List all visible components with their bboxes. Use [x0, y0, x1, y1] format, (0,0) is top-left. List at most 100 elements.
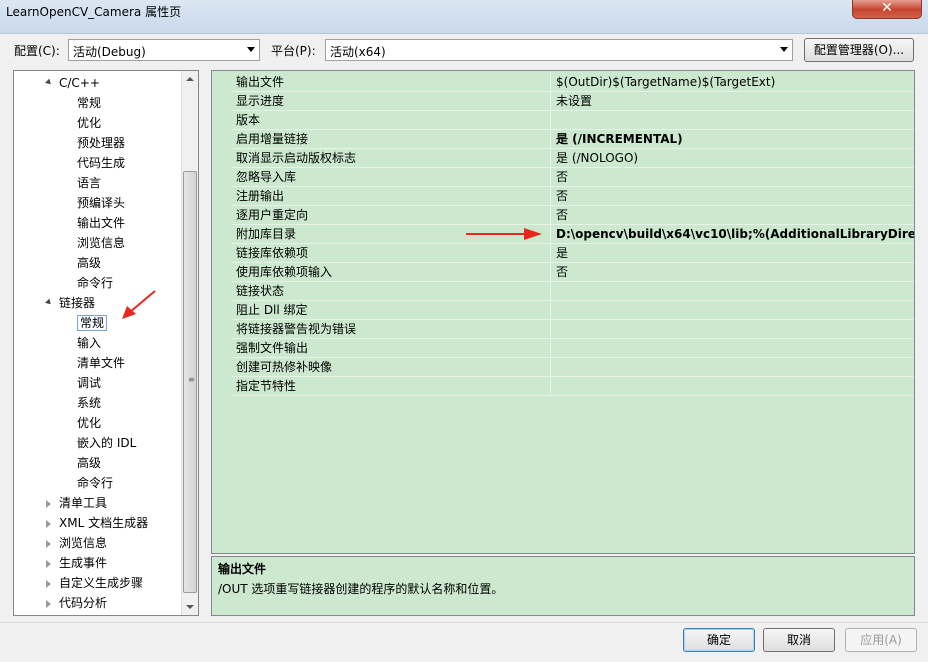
property-row[interactable]: 阻止 Dll 绑定 — [212, 301, 914, 320]
property-name: 链接库依赖项 — [236, 244, 551, 263]
property-grid[interactable]: 输出文件 $(OutDir)$(TargetName)$(TargetExt) 显示… — [211, 70, 915, 554]
property-row[interactable]: 附加库目录 D:\opencv\build\x64\vc10\lib;%(Addi… — [212, 225, 914, 244]
tree-item[interactable]: 输入 — [77, 333, 101, 353]
expanded-triangle-icon[interactable] — [45, 78, 53, 87]
row-gutter — [212, 377, 232, 396]
tree-scrollbar[interactable]: ≡ — [181, 71, 198, 615]
property-name: 忽略导入库 — [236, 168, 551, 187]
property-row[interactable]: 忽略导入库否 — [212, 168, 914, 187]
tree-item[interactable]: C/C++ — [45, 73, 100, 93]
tree-item[interactable]: 清单文件 — [77, 353, 125, 373]
property-value[interactable]: 否 — [556, 263, 914, 282]
row-gutter — [212, 206, 232, 225]
property-name: 显示进度 — [236, 92, 551, 111]
expanded-triangle-icon[interactable] — [45, 298, 53, 307]
close-button[interactable]: ✕ — [852, 0, 922, 19]
tree-item[interactable]: 生成事件 — [46, 553, 107, 573]
scroll-down-icon[interactable] — [186, 605, 194, 609]
config-manager-button[interactable]: 配置管理器(O)... — [804, 38, 914, 62]
property-row[interactable]: 启用增量链接是 (/INCREMENTAL) — [212, 130, 914, 149]
property-value[interactable]: 是 (/INCREMENTAL) — [556, 130, 914, 149]
window-title: LearnOpenCV_Camera 属性页 — [6, 5, 182, 19]
cancel-button[interactable]: 取消 — [763, 628, 835, 652]
property-row[interactable]: 创建可热修补映像 — [212, 358, 914, 377]
property-row[interactable]: 取消显示启动版权标志是 (/NOLOGO) — [212, 149, 914, 168]
tree-item[interactable]: 预编译头 — [77, 193, 125, 213]
scroll-up-icon[interactable] — [186, 77, 194, 81]
property-value[interactable]: 否 — [556, 206, 914, 225]
platform-dropdown[interactable]: 活动(x64) — [325, 39, 793, 61]
property-row[interactable]: 将链接器警告视为错误 — [212, 320, 914, 339]
property-row[interactable]: 版本 — [212, 111, 914, 130]
tree-item[interactable]: 系统 — [77, 393, 101, 413]
property-name: 注册输出 — [236, 187, 551, 206]
tree-item[interactable]: 常规 — [77, 313, 108, 333]
divider — [0, 622, 928, 623]
tree-item[interactable]: 调试 — [77, 373, 101, 393]
property-value[interactable] — [556, 377, 914, 396]
tree-item[interactable]: 命令行 — [77, 473, 113, 493]
property-value[interactable]: 否 — [556, 168, 914, 187]
property-row[interactable]: 链接状态 — [212, 282, 914, 301]
property-row[interactable]: 逐用户重定向否 — [212, 206, 914, 225]
property-value[interactable]: $(OutDir)$(TargetName)$(TargetExt) — [556, 73, 914, 92]
property-row[interactable]: 使用库依赖项输入否 — [212, 263, 914, 282]
property-value[interactable] — [556, 358, 914, 377]
property-value[interactable] — [556, 301, 914, 320]
tree-item[interactable]: 嵌入的 IDL — [77, 433, 136, 453]
collapsed-triangle-icon[interactable] — [46, 560, 51, 568]
tree-item[interactable]: 输出文件 — [77, 213, 125, 233]
property-row[interactable]: 注册输出否 — [212, 187, 914, 206]
property-name: 将链接器警告视为错误 — [236, 320, 551, 339]
tree-item[interactable]: 优化 — [77, 113, 101, 133]
tree-item[interactable]: 常规 — [77, 93, 101, 113]
property-row[interactable]: 链接库依赖项是 — [212, 244, 914, 263]
collapsed-triangle-icon[interactable] — [46, 580, 51, 588]
tree-item-label: 常规 — [77, 96, 102, 110]
property-row[interactable]: 指定节特性 — [212, 377, 914, 396]
tree-item[interactable]: 代码分析 — [46, 593, 107, 613]
apply-button[interactable]: 应用(A) — [845, 628, 917, 652]
tree-item[interactable]: 浏览信息 — [46, 533, 107, 553]
config-dropdown[interactable]: 活动(Debug) — [68, 39, 260, 61]
tree-item[interactable]: 代码生成 — [77, 153, 125, 173]
config-value: 活动(Debug) — [73, 45, 146, 59]
property-row[interactable]: 显示进度 未设置 — [212, 92, 914, 111]
property-value[interactable]: 否 — [556, 187, 914, 206]
config-label: 配置(C): — [14, 44, 60, 58]
property-value[interactable]: 是 — [556, 244, 914, 263]
row-gutter — [212, 92, 232, 111]
collapsed-triangle-icon[interactable] — [46, 500, 51, 508]
red-arrow-annotation — [122, 290, 156, 319]
tree-item[interactable]: 浏览信息 — [77, 233, 125, 253]
property-value[interactable]: 未设置 — [556, 92, 914, 111]
tree-item[interactable]: 预处理器 — [77, 133, 125, 153]
property-value[interactable] — [556, 282, 914, 301]
tree-item[interactable]: 语言 — [77, 173, 101, 193]
property-value[interactable] — [556, 111, 914, 130]
category-tree[interactable]: C/C++ 常规 优化 预处理器 代码生成 语言 预编译头 输出文件 浏览信息 高级 命令行 链接器常… — [13, 70, 199, 616]
collapsed-triangle-icon[interactable] — [46, 540, 51, 548]
property-value[interactable]: 是 (/NOLOGO) — [556, 149, 914, 168]
property-value[interactable]: D:\opencv\build\x64\vc10\lib;%(Additiona… — [556, 225, 914, 244]
tree-item[interactable]: 高级 — [77, 253, 101, 273]
tree-item[interactable]: 优化 — [77, 413, 101, 433]
tree-item-label: 清单工具 — [59, 496, 108, 510]
collapsed-triangle-icon[interactable] — [46, 520, 51, 528]
row-gutter — [212, 282, 232, 301]
ok-button[interactable]: 确定 — [683, 628, 755, 652]
property-value[interactable] — [556, 320, 914, 339]
property-row[interactable]: 强制文件输出 — [212, 339, 914, 358]
property-row[interactable]: 输出文件 $(OutDir)$(TargetName)$(TargetExt) — [212, 73, 914, 92]
tree-item[interactable]: 高级 — [77, 453, 101, 473]
tree-item[interactable]: 自定义生成步骤 — [46, 573, 143, 593]
tree-item[interactable]: 链接器 — [45, 293, 95, 313]
tree-item[interactable]: 清单工具 — [46, 493, 108, 513]
tree-item[interactable]: XML 文档生成器 — [46, 513, 148, 533]
property-value[interactable] — [556, 339, 914, 358]
collapsed-triangle-icon[interactable] — [46, 600, 51, 608]
platform-value: 活动(x64) — [330, 45, 386, 59]
scroll-thumb[interactable]: ≡ — [183, 171, 197, 593]
tree-item[interactable]: 命令行 — [77, 273, 113, 293]
row-gutter — [212, 111, 232, 130]
